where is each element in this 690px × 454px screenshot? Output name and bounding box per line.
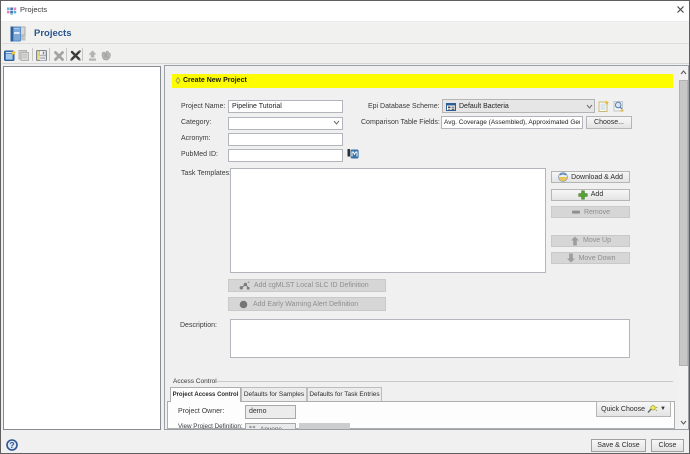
svg-text:?: ? [9,440,14,450]
